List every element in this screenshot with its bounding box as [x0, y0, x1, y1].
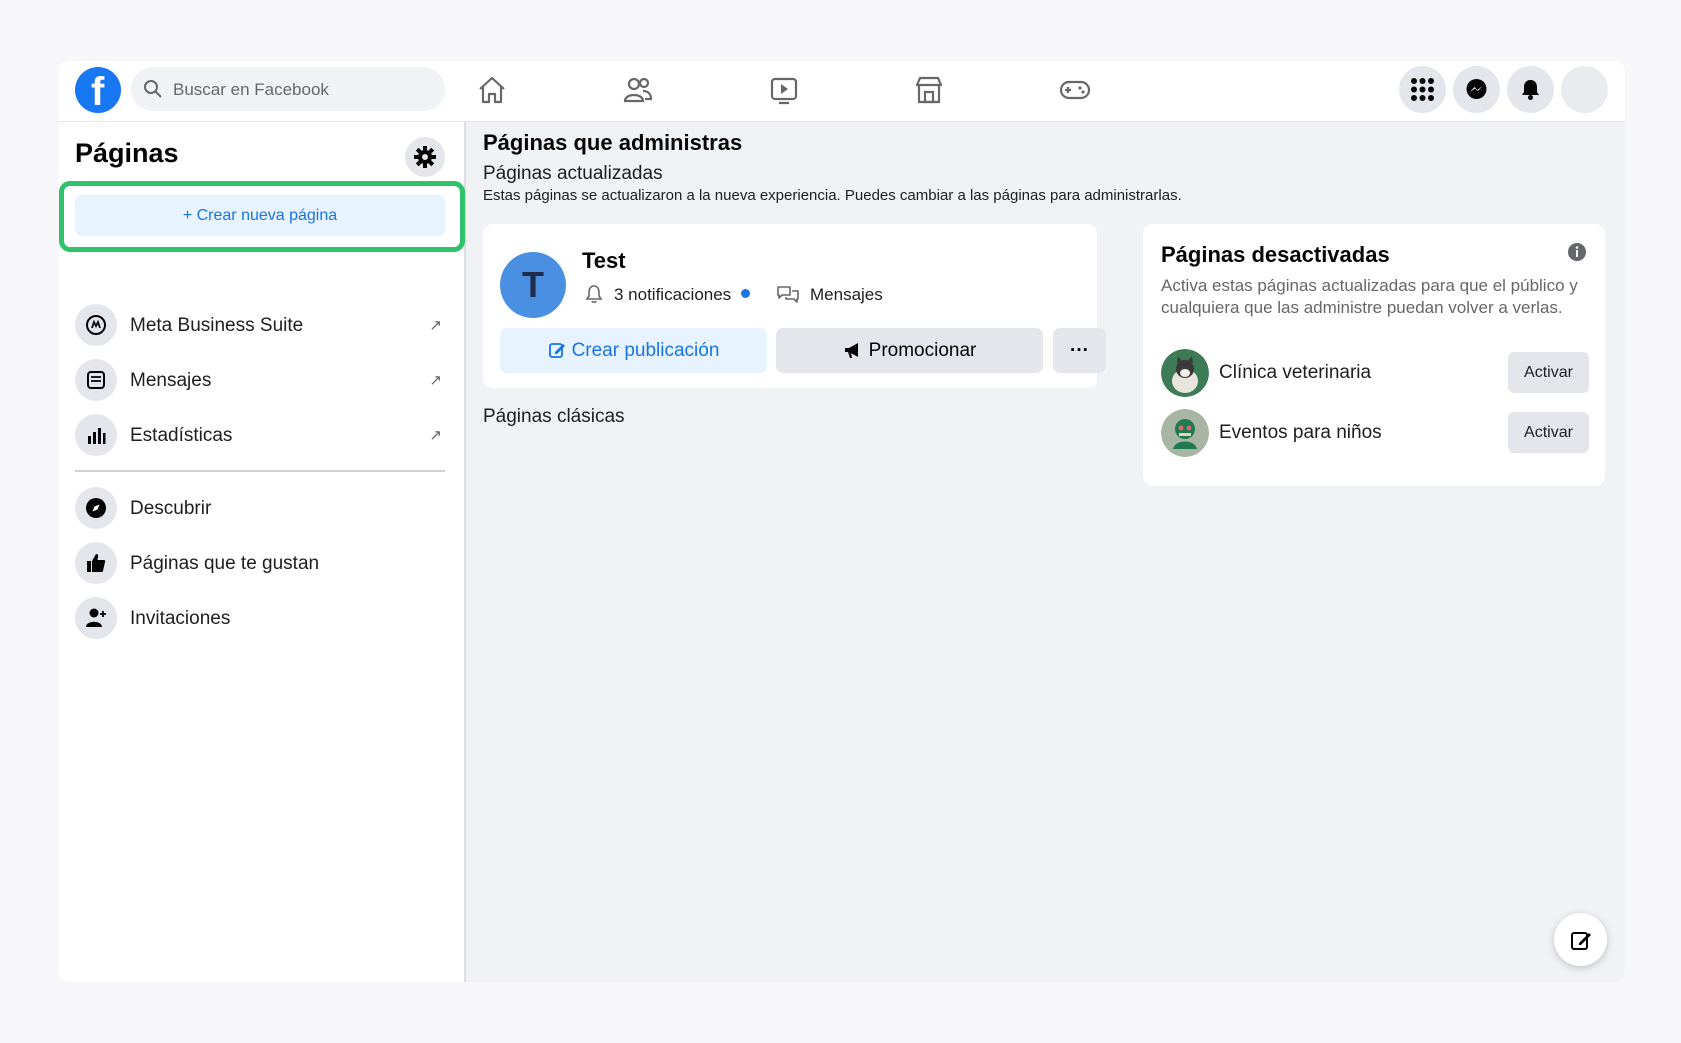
friends-icon[interactable]	[621, 73, 655, 107]
sidebar-item-mensajes[interactable]: Mensajes ↗	[75, 355, 450, 405]
top-navigation-bar: f Buscar en Facebook	[59, 61, 1625, 122]
compose-icon	[1571, 932, 1591, 950]
facebook-window: f Buscar en Facebook Páginas + Crear nue…	[59, 61, 1625, 982]
sidebar-divider	[75, 470, 445, 472]
section-subtitle: Páginas actualizadas	[483, 163, 663, 184]
sidebar-item-meta-business-suite[interactable]: Meta Business Suite ↗	[75, 300, 450, 350]
sidebar-item-label: Páginas que te gustan	[130, 553, 320, 574]
menu-button[interactable]	[1399, 66, 1446, 113]
thumbs-up-icon	[75, 542, 117, 584]
notifications-label: 3 notificaciones	[614, 285, 732, 304]
deactivated-description: Activa estas páginas actualizadas para q…	[1161, 276, 1578, 317]
more-options-button[interactable]: ···	[1053, 328, 1106, 373]
create-new-page-button[interactable]: + Crear nueva página	[75, 195, 445, 236]
managed-page-card: T Test 3 notificaciones Mensajes Crear p…	[483, 224, 1106, 388]
sidebar-item-label: Meta Business Suite	[130, 315, 304, 336]
deactivated-page-name: Eventos para niños	[1219, 422, 1382, 443]
edit-icon	[548, 343, 565, 358]
messenger-button[interactable]	[1453, 66, 1500, 113]
deactivated-page-name: Clínica veterinaria	[1219, 362, 1372, 383]
messages-label: Mensajes	[810, 285, 883, 304]
notifications-icon	[1522, 80, 1539, 100]
bell-icon	[585, 285, 603, 303]
sidebar-item-descubrir[interactable]: Descubrir	[75, 483, 450, 533]
create-post-label: Crear publicación	[571, 340, 720, 361]
sidebar-item-paginas-que-te-gustan[interactable]: Páginas que te gustan	[75, 538, 450, 588]
facebook-logo[interactable]: f	[75, 67, 121, 114]
search-input[interactable]: Buscar en Facebook	[131, 67, 445, 111]
activate-button[interactable]: Activar	[1508, 352, 1589, 393]
page-avatar-clinica[interactable]	[1161, 349, 1209, 397]
notifications-button[interactable]	[1507, 66, 1554, 113]
person-add-icon	[75, 597, 117, 639]
insights-icon	[75, 414, 117, 456]
inbox-icon	[75, 359, 117, 401]
main-title: Páginas que administras	[483, 130, 743, 155]
external-link-icon: ↗	[429, 427, 442, 444]
promote-label: Promocionar	[868, 340, 977, 361]
chat-icon	[777, 286, 799, 303]
sidebar-item-estadisticas[interactable]: Estadísticas ↗	[75, 410, 450, 460]
page-avatar[interactable]: T	[500, 252, 566, 318]
sidebar-item-invitaciones[interactable]: Invitaciones	[75, 593, 450, 643]
menu-grid-icon	[1411, 78, 1434, 101]
gaming-icon[interactable]	[1058, 73, 1092, 107]
marketplace-icon[interactable]	[912, 73, 946, 107]
deactivated-page-row: Eventos para niños Activar	[1161, 409, 1589, 459]
megaphone-icon	[844, 343, 858, 358]
deactivated-title: Páginas desactivadas	[1161, 242, 1390, 267]
activate-button[interactable]: Activar	[1508, 412, 1589, 453]
sidebar-title: Páginas	[75, 138, 179, 168]
external-link-icon: ↗	[429, 317, 442, 334]
sidebar-item-label: Mensajes	[130, 370, 212, 391]
sidebar-item-label: Invitaciones	[130, 608, 231, 629]
settings-button[interactable]	[405, 137, 445, 177]
promote-button[interactable]: Promocionar	[776, 328, 1043, 373]
gear-icon	[414, 146, 436, 168]
classic-pages-title: Páginas clásicas	[483, 406, 625, 427]
watch-icon[interactable]	[767, 73, 801, 107]
search-placeholder: Buscar en Facebook	[173, 80, 329, 99]
unread-dot	[741, 289, 751, 298]
meta-business-suite-icon	[75, 304, 117, 346]
sidebar-item-label: Estadísticas	[130, 425, 233, 446]
page-notifications[interactable]: 3 notificaciones	[584, 284, 751, 305]
profile-avatar[interactable]	[1561, 66, 1608, 113]
page-avatar-eventos[interactable]	[1161, 409, 1209, 457]
deactivated-pages-card: Páginas desactivadas Activa estas página…	[1143, 224, 1605, 486]
home-icon[interactable]	[475, 73, 509, 107]
pages-sidebar: Páginas + Crear nueva página Meta Busine…	[59, 122, 466, 982]
search-icon	[144, 80, 162, 98]
create-page-highlight: + Crear nueva página	[59, 181, 465, 252]
sidebar-item-label: Descubrir	[130, 498, 212, 519]
create-post-button[interactable]: Crear publicación	[500, 328, 767, 373]
deactivated-page-row: Clínica veterinaria Activar	[1161, 349, 1589, 399]
messenger-icon	[1466, 79, 1487, 99]
new-message-button[interactable]	[1554, 913, 1607, 966]
section-description: Estas páginas se actualizaron a la nueva…	[483, 187, 1182, 204]
external-link-icon: ↗	[429, 372, 442, 389]
page-messages[interactable]: Mensajes	[776, 284, 883, 305]
compass-icon	[75, 487, 117, 529]
info-icon[interactable]	[1567, 242, 1587, 262]
page-name[interactable]: Test	[582, 248, 626, 274]
